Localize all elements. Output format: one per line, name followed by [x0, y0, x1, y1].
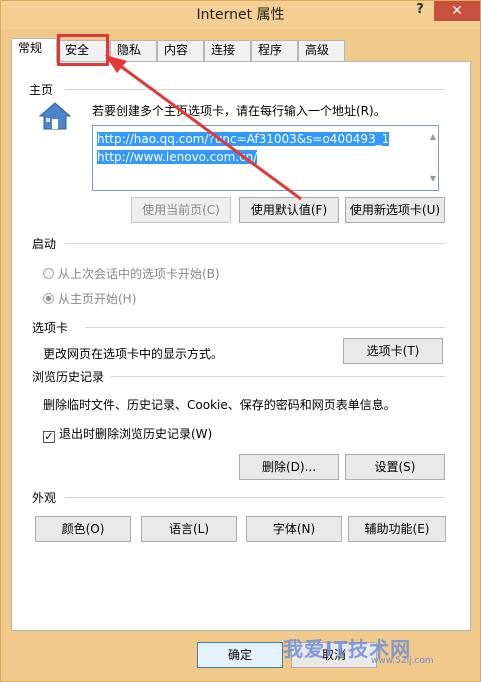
home-separator	[65, 89, 445, 90]
checkbox-checked-icon: ✓	[43, 430, 55, 443]
internet-properties-window: Internet 属性 ? ✕ 常规 安全 隐私 内容 连接 程序 高级 主页 …	[0, 0, 481, 682]
help-button[interactable]: ?	[412, 2, 428, 20]
tab-privacy[interactable]: 隐私	[110, 40, 157, 61]
radio-home-page[interactable]: 从主页开始(H)	[43, 290, 136, 307]
radio-home-page-label: 从主页开始(H)	[58, 292, 137, 306]
delete-on-exit-checkbox[interactable]: ✓ 退出时删除浏览历史记录(W)	[43, 425, 212, 443]
tabs-description: 更改网页在选项卡中的显示方式。	[43, 347, 224, 361]
radio-last-session[interactable]: 从上次会话中的选项卡开始(B)	[43, 265, 220, 282]
scroll-down-icon[interactable]: ▼	[430, 170, 436, 188]
radio-last-session-label: 从上次会话中的选项卡开始(B)	[58, 267, 220, 281]
home-section-label: 主页	[29, 83, 54, 97]
tab-advanced[interactable]: 高级	[298, 40, 345, 61]
appearance-separator	[65, 497, 445, 498]
title-bar: Internet 属性 ? ✕	[1, 1, 480, 29]
appearance-section-label: 外观	[32, 491, 57, 505]
home-description: 若要创建多个主页选项卡，请在每行输入一个地址(R)。	[92, 104, 386, 118]
use-new-tab-button[interactable]: 使用新选项卡(U)	[345, 197, 445, 223]
startup-separator	[65, 243, 445, 244]
tab-programs[interactable]: 程序	[251, 40, 298, 61]
home-url-1: http://hao.qq.com/?unc=Af31003&s=o400493…	[97, 132, 390, 146]
history-description: 删除临时文件、历史记录、Cookie、保存的密码和网页表单信息。	[43, 398, 396, 412]
radio-off-icon	[43, 268, 54, 279]
home-page-icon	[38, 102, 72, 130]
scroll-up-icon[interactable]: ▲	[430, 128, 436, 146]
close-button[interactable]: ✕	[434, 1, 480, 21]
window-title: Internet 属性	[196, 7, 285, 23]
radio-on-icon	[43, 293, 54, 304]
history-section-label: 浏览历史记录	[32, 370, 105, 384]
history-settings-button[interactable]: 设置(S)	[345, 454, 445, 480]
home-url-2: http://www.lenovo.com.cn/	[97, 150, 258, 164]
delete-history-button[interactable]: 删除(D)...	[239, 454, 339, 480]
ok-button[interactable]: 确定	[197, 642, 283, 668]
tabs-separator	[85, 327, 445, 328]
colors-button[interactable]: 颜色(O)	[35, 516, 131, 542]
fonts-button[interactable]: 字体(N)	[246, 516, 342, 542]
watermark-url: www.52ij.com	[371, 656, 434, 666]
home-page-urls-textarea[interactable]: http://hao.qq.com/?unc=Af31003&s=o400493…	[92, 125, 439, 191]
startup-section-label: 启动	[32, 237, 57, 251]
tabs-section-label: 选项卡	[32, 321, 69, 335]
security-tab-highlight	[57, 34, 109, 66]
tab-connections[interactable]: 连接	[204, 40, 251, 61]
use-current-button[interactable]: 使用当前页(C)	[131, 197, 231, 223]
tabs-button[interactable]: 选项卡(T)	[343, 338, 443, 364]
use-default-button[interactable]: 使用默认值(F)	[239, 197, 339, 223]
delete-on-exit-label: 退出时删除浏览历史记录(W)	[59, 427, 213, 441]
accessibility-button[interactable]: 辅助功能(E)	[348, 516, 446, 542]
tab-general[interactable]: 常规	[11, 38, 57, 63]
history-separator	[111, 376, 445, 377]
tab-content[interactable]: 内容	[157, 40, 204, 61]
languages-button[interactable]: 语言(L)	[141, 516, 237, 542]
